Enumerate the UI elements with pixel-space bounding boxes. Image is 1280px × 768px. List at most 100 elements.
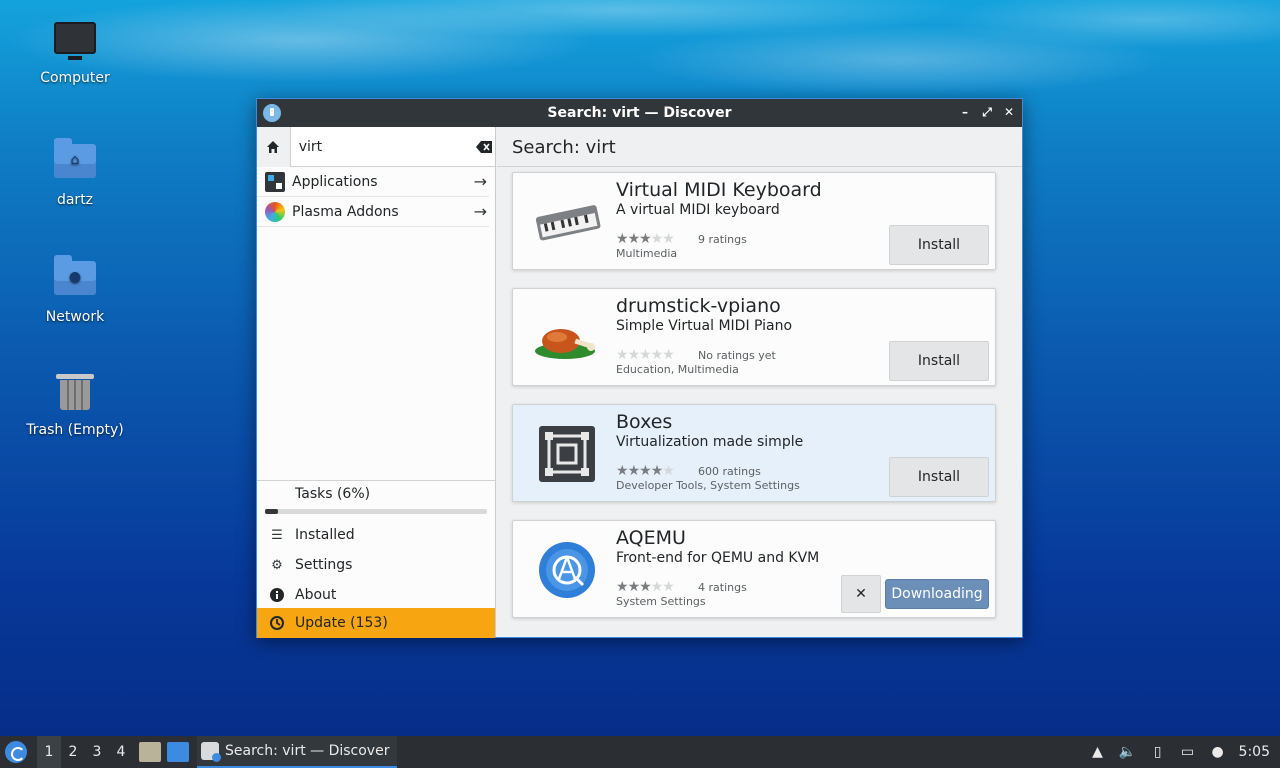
star-empty-icon: ★: [662, 347, 675, 363]
window-titlebar[interactable]: Search: virt — Discover – ⤢ ✕: [257, 99, 1022, 127]
star-filled-icon: ★: [616, 231, 629, 247]
nav-about[interactable]: About: [257, 580, 495, 610]
taskbar-task-discover[interactable]: Search: virt — Discover: [197, 736, 398, 768]
start-menu-icon[interactable]: [5, 741, 27, 763]
nav-label: About: [295, 587, 337, 603]
system-tray: ▲ 🔈 ▯ ▭ ● 5:05: [1089, 743, 1280, 761]
star-empty-icon: ★: [662, 463, 675, 479]
star-filled-icon: ★: [639, 231, 652, 247]
star-filled-icon: ★: [627, 231, 641, 247]
nav-installed[interactable]: ☰ Installed: [257, 520, 495, 550]
star-rating: ★★★★★: [616, 579, 675, 595]
result-card[interactable]: Boxes Virtualization made simple ★★★★★ 6…: [512, 404, 996, 502]
star-rating: ★★★★★: [616, 231, 675, 247]
clear-search-button[interactable]: [472, 127, 495, 166]
install-button[interactable]: Install: [889, 225, 989, 265]
downloading-button[interactable]: Downloading: [885, 579, 989, 609]
app-categories: Developer Tools, System Settings: [616, 479, 800, 492]
star-empty-icon: ★: [639, 347, 652, 363]
star-empty-icon: ★: [616, 347, 629, 363]
desktop-switch-2[interactable]: 2: [61, 736, 85, 768]
desktop-switch-1[interactable]: 1: [37, 736, 61, 768]
taskbar: 1 2 3 4 Search: virt — Discover ▲ 🔈 ▯ ▭ …: [0, 736, 1280, 768]
home-icon: [267, 141, 280, 153]
discover-window: Search: virt — Discover – ⤢ ✕ Applicatio…: [256, 98, 1023, 638]
star-empty-icon: ★: [662, 579, 675, 595]
app-categories: Multimedia: [616, 247, 678, 260]
category-plasma-addons[interactable]: Plasma Addons →: [257, 197, 489, 227]
star-empty-icon: ★: [650, 579, 664, 595]
arrow-right-icon: →: [473, 202, 487, 221]
file-manager-icon[interactable]: [139, 742, 161, 762]
category-applications[interactable]: Applications →: [257, 167, 489, 197]
desktop-icon-network[interactable]: ● Network: [15, 255, 135, 325]
desktop-icon-label: Computer: [40, 70, 110, 86]
star-filled-icon: ★: [627, 579, 641, 595]
home-folder-icon: ⌂: [53, 138, 97, 184]
star-filled-icon: ★: [639, 579, 652, 595]
clipboard-icon[interactable]: ▯: [1149, 743, 1167, 761]
search-input[interactable]: [290, 127, 473, 166]
desktop-switch-4[interactable]: 4: [109, 736, 133, 768]
app-categories: Education, Multimedia: [616, 363, 739, 376]
install-button[interactable]: Install: [889, 457, 989, 497]
nav-update[interactable]: Update (153): [257, 608, 495, 638]
category-label: Applications: [292, 173, 378, 190]
star-empty-icon: ★: [650, 231, 664, 247]
network-icon[interactable]: ▭: [1179, 743, 1197, 761]
desktop-icon-label: dartz: [56, 192, 94, 208]
app-description: Front-end for QEMU and KVM: [616, 550, 820, 566]
install-button[interactable]: Install: [889, 341, 989, 381]
window-title: Search: virt — Discover: [547, 105, 732, 121]
trash-icon: [53, 374, 97, 414]
search-bar: [257, 127, 495, 167]
tasks-label: Tasks (6%): [295, 486, 371, 502]
ratings-count: 9 ratings: [698, 233, 747, 246]
volume-icon[interactable]: 🔈: [1119, 743, 1137, 761]
plasma-addons-icon: [265, 201, 285, 222]
drumstick-icon: [535, 329, 595, 359]
ratings-count: 600 ratings: [698, 465, 761, 478]
app-description: Simple Virtual MIDI Piano: [616, 318, 793, 334]
close-button[interactable]: ✕: [1002, 103, 1016, 121]
clock[interactable]: 5:05: [1239, 744, 1270, 760]
desktop-icon-home[interactable]: ⌂ dartz: [15, 138, 135, 208]
category-label: Plasma Addons: [292, 203, 399, 220]
app-name: AQEMU: [616, 527, 686, 549]
network-folder-icon: ●: [53, 255, 97, 301]
nav-label: Installed: [295, 527, 355, 543]
nav-settings[interactable]: ⚙ Settings: [257, 550, 495, 580]
star-rating: ★★★★★: [616, 463, 675, 479]
star-filled-icon: ★: [639, 463, 652, 479]
tray-expand-icon[interactable]: ▲: [1089, 743, 1107, 761]
result-card[interactable]: AQEMU Front-end for QEMU and KVM ★★★★★ 4…: [512, 520, 996, 618]
home-button[interactable]: [257, 127, 291, 167]
app-name: drumstick-vpiano: [616, 295, 781, 317]
gear-icon: ⚙: [271, 557, 283, 573]
desktop-icon-label: Trash (Empty): [26, 422, 124, 438]
boxes-icon: [539, 426, 595, 482]
ratings-count: 4 ratings: [698, 581, 747, 594]
desktop-icon-label: Network: [45, 309, 105, 325]
show-desktop-icon[interactable]: [167, 742, 189, 762]
star-filled-icon: ★: [616, 579, 629, 595]
app-categories: System Settings: [616, 595, 706, 608]
computer-icon: [53, 22, 97, 62]
list-icon: ☰: [271, 527, 283, 543]
desktop-icon-computer[interactable]: Computer: [15, 22, 135, 86]
minimize-button[interactable]: –: [958, 103, 972, 121]
nav-label: Update (153): [295, 615, 388, 631]
star-filled-icon: ★: [616, 463, 629, 479]
tasks-progress-fill: [265, 509, 279, 514]
desktop-icon-trash[interactable]: Trash (Empty): [15, 374, 135, 438]
cancel-download-button[interactable]: ✕: [841, 575, 881, 613]
tasks-progress[interactable]: Tasks (6%): [257, 480, 495, 520]
app-name: Boxes: [616, 411, 673, 433]
desktop-switch-3[interactable]: 3: [85, 736, 109, 768]
maximize-button[interactable]: ⤢: [980, 103, 994, 121]
star-empty-icon: ★: [650, 347, 664, 363]
arrow-right-icon: →: [473, 172, 487, 191]
result-card[interactable]: drumstick-vpiano Simple Virtual MIDI Pia…: [512, 288, 996, 386]
result-card[interactable]: Virtual MIDI Keyboard A virtual MIDI key…: [512, 172, 996, 270]
updates-notifier-icon[interactable]: ●: [1209, 743, 1227, 761]
